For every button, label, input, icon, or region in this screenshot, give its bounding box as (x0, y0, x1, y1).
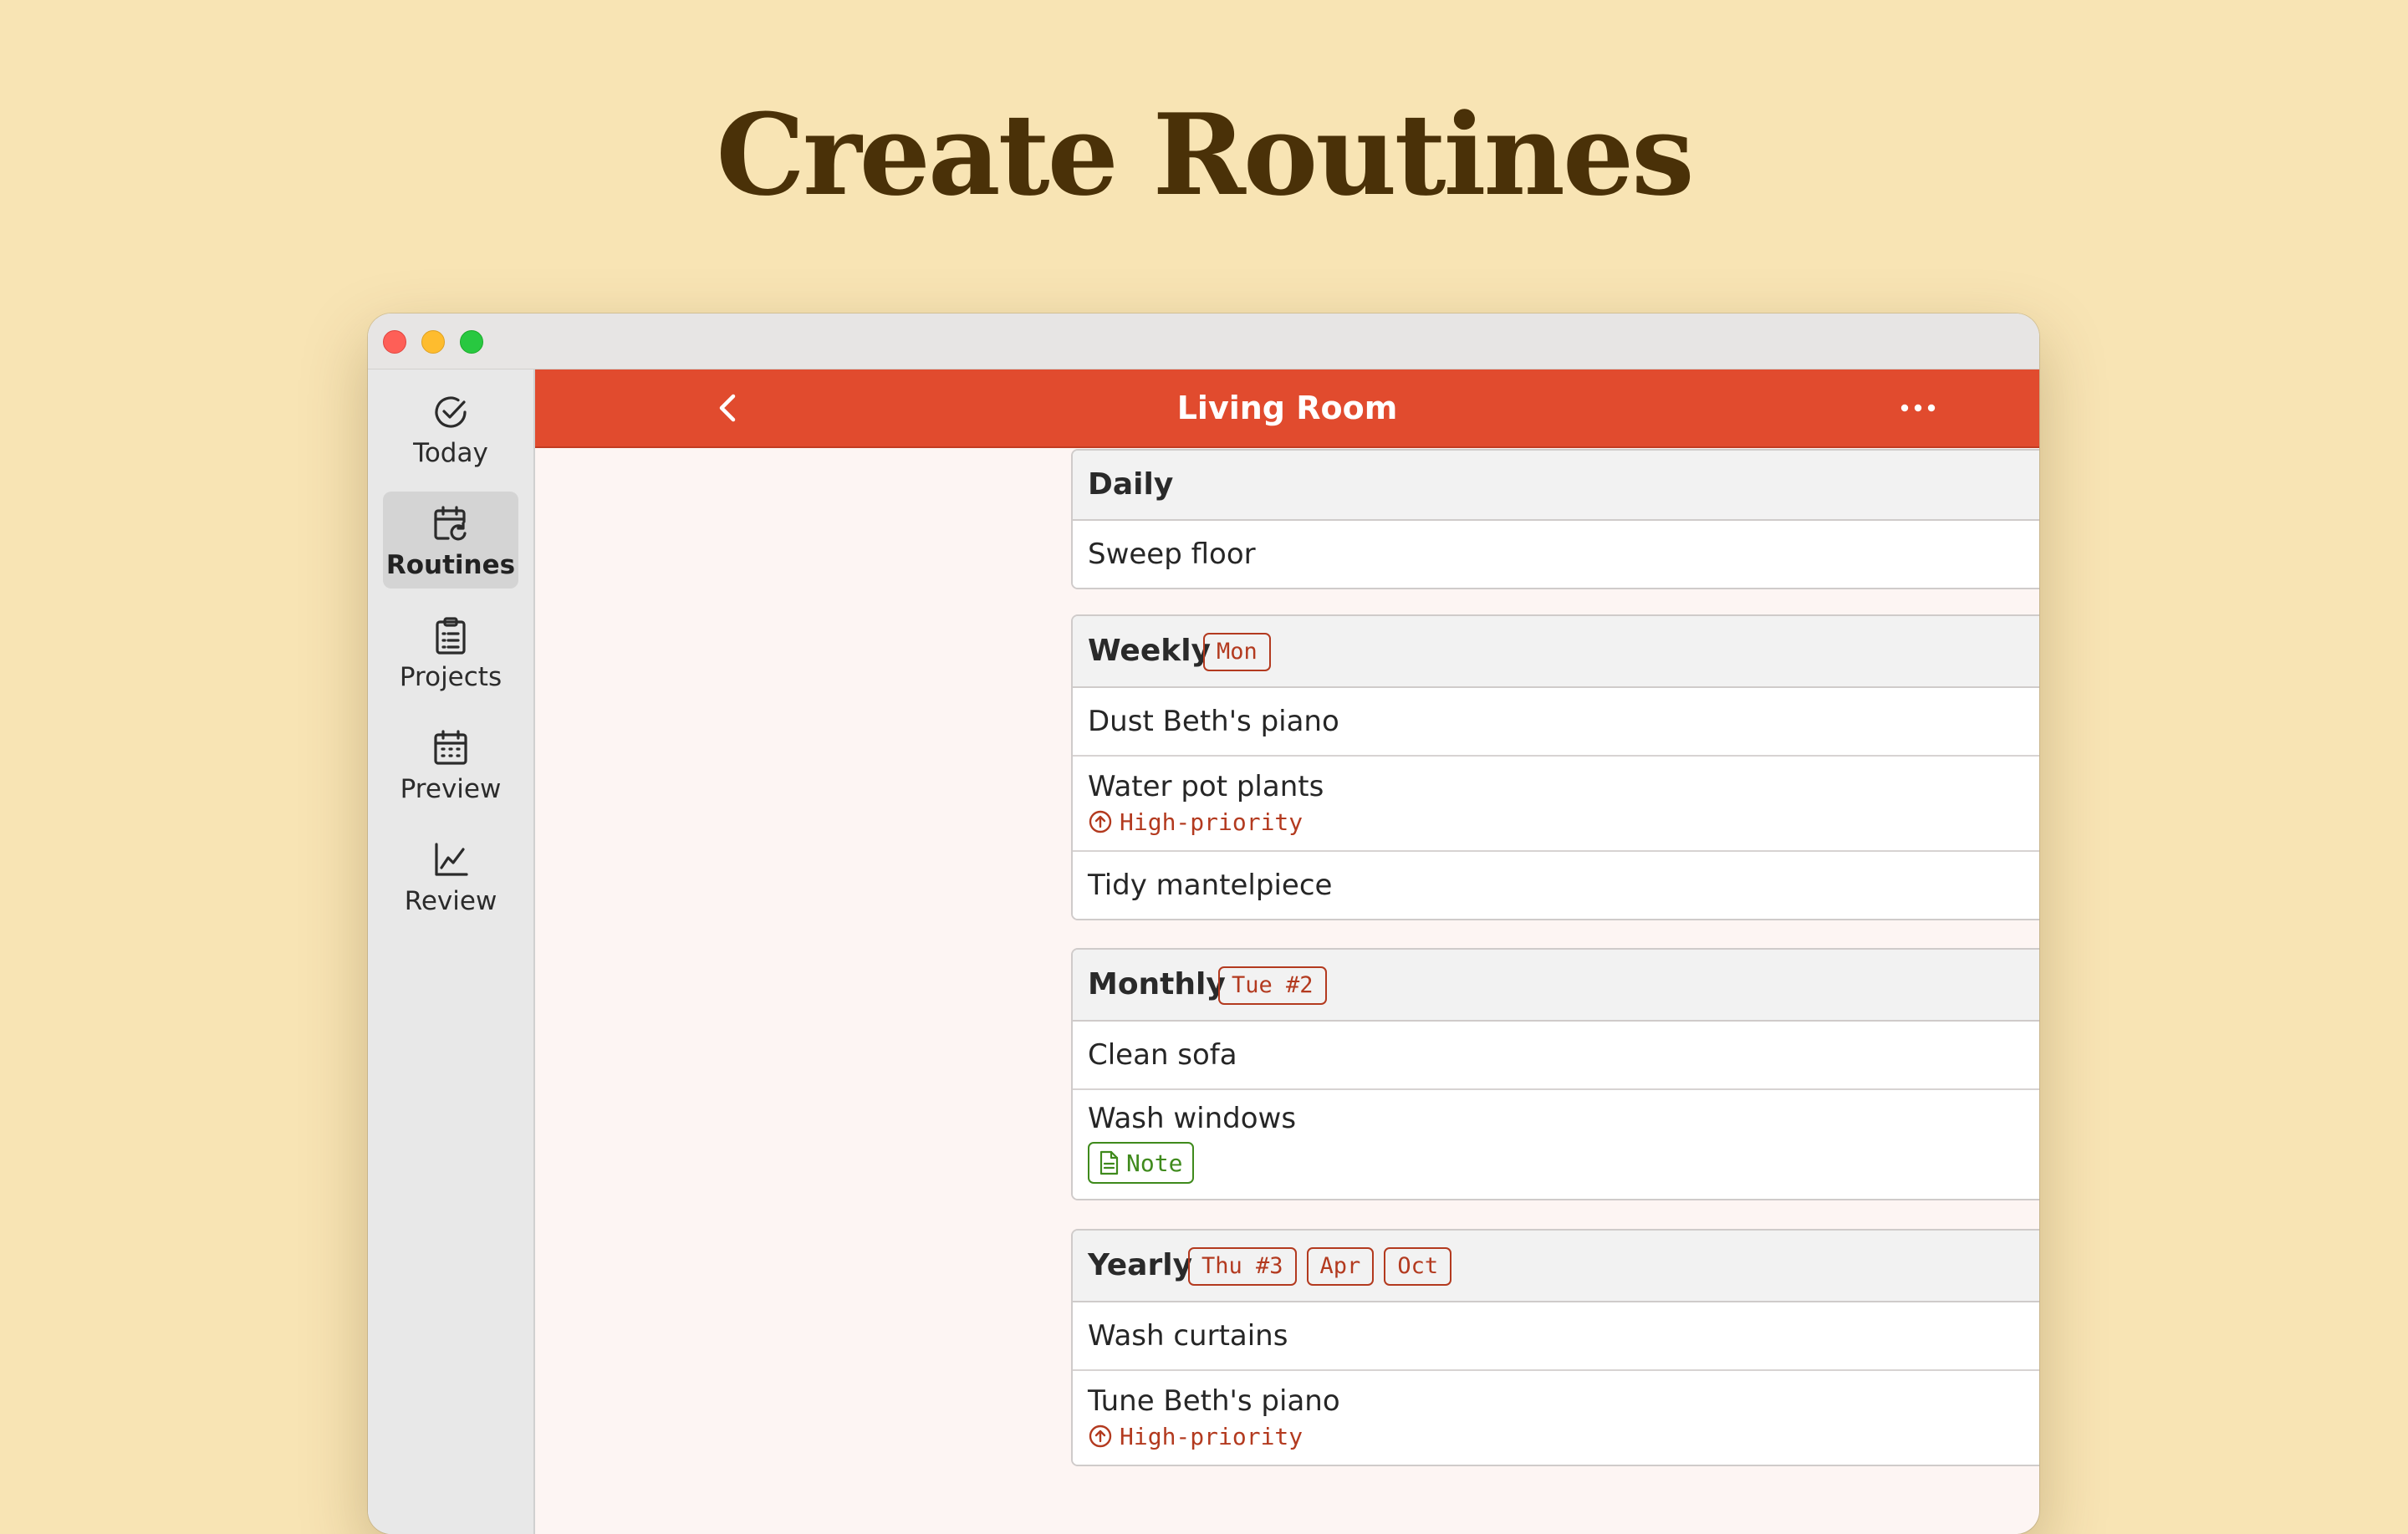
sidebar-item-projects[interactable]: Projects (383, 604, 518, 701)
schedule-tags: Tue #2 (1218, 966, 1327, 1005)
group-title: Monthly (1088, 967, 1226, 1001)
close-window-button[interactable] (383, 330, 406, 354)
group-header: Daily (1073, 451, 2039, 521)
schedule-tag: Thu #3 (1188, 1247, 1297, 1286)
routine-group-daily: Daily Sweep floor (1071, 449, 2039, 589)
group-title: Weekly (1088, 634, 1212, 668)
routine-group-monthly: Monthly Tue #2 Clean sofa Wash windows N… (1071, 948, 2039, 1200)
sidebar-item-label: Routines (385, 550, 516, 580)
schedule-tags: Mon (1203, 633, 1271, 671)
sidebar-item-label: Projects (399, 662, 503, 692)
schedule-tag: Oct (1384, 1247, 1452, 1286)
task-label: Wash curtains (1088, 1319, 1288, 1353)
schedule-tag: Apr (1306, 1247, 1375, 1286)
schedule-tag: Tue #2 (1218, 966, 1327, 1005)
priority-label: High-priority (1120, 1422, 1303, 1450)
clipboard-list-icon (436, 617, 466, 655)
priority-badge: High-priority (1088, 1421, 1303, 1451)
sidebar-item-label: Preview (400, 774, 502, 804)
arrow-up-circle-icon (1089, 1424, 1112, 1448)
page-header: Living Room (535, 369, 2039, 448)
task-row[interactable]: Tidy mantelpiece (1073, 852, 2039, 919)
hero-title: Create Routines (716, 89, 1694, 221)
note-label: Note (1126, 1149, 1183, 1177)
check-circle-icon (435, 396, 467, 428)
sidebar-item-label: Review (404, 886, 497, 916)
ellipsis-icon[interactable] (1889, 388, 1947, 428)
routine-group-weekly: Weekly Mon Dust Beth's piano Water pot p… (1071, 614, 2039, 920)
routine-group-yearly: Yearly Thu #3 Apr Oct Wash curtains Tune… (1071, 1229, 2039, 1466)
window-titlebar (368, 313, 2039, 369)
sidebar-item-today[interactable]: Today (383, 380, 518, 477)
document-icon (1099, 1150, 1119, 1175)
task-row[interactable]: Water pot plants High-priority (1073, 757, 2039, 852)
sidebar-item-preview[interactable]: Preview (383, 716, 518, 813)
task-label: Sweep floor (1088, 538, 1256, 571)
group-title: Yearly (1088, 1248, 1193, 1282)
task-label: Dust Beth's piano (1088, 705, 1339, 738)
sidebar-item-label: Today (413, 438, 488, 468)
task-label: Wash windows (1088, 1102, 1297, 1135)
task-row[interactable]: Wash curtains (1073, 1302, 2039, 1371)
task-row[interactable]: Wash windows Note (1073, 1090, 2039, 1199)
schedule-tags: Thu #3 Apr Oct (1188, 1247, 1452, 1286)
calendar-grid-icon (434, 730, 467, 765)
note-badge[interactable]: Note (1088, 1142, 1195, 1184)
task-label: Clean sofa (1088, 1038, 1237, 1072)
routine-list: Daily Sweep floor Weekly Mon Dust Beth's… (535, 448, 2039, 1534)
task-row[interactable]: Dust Beth's piano (1073, 688, 2039, 757)
task-row[interactable]: Clean sofa (1073, 1022, 2039, 1090)
sidebar: Today Routines Projects Preview Review (368, 369, 535, 1534)
task-label: Tune Beth's piano (1088, 1384, 1340, 1418)
group-header: Weekly Mon (1073, 616, 2039, 688)
group-title: Daily (1088, 467, 1174, 502)
task-label: Water pot plants (1088, 770, 1324, 803)
task-row[interactable]: Tune Beth's piano High-priority (1073, 1371, 2039, 1465)
calendar-repeat-icon (434, 506, 467, 541)
group-header: Yearly Thu #3 Apr Oct (1073, 1231, 2039, 1302)
task-label: Tidy mantelpiece (1088, 869, 1333, 902)
line-chart-icon (435, 843, 468, 876)
page-title: Living Room (1176, 390, 1398, 426)
priority-label: High-priority (1120, 808, 1303, 836)
sidebar-item-review[interactable]: Review (383, 828, 518, 925)
schedule-tag: Mon (1203, 633, 1271, 671)
arrow-up-circle-icon (1089, 810, 1112, 833)
group-header: Monthly Tue #2 (1073, 950, 2039, 1022)
task-row[interactable]: Sweep floor (1073, 521, 2039, 588)
app-window: Today Routines Projects Preview Review L… (368, 313, 2039, 1534)
zoom-window-button[interactable] (460, 330, 483, 354)
sidebar-item-routines[interactable]: Routines (383, 492, 518, 589)
minimize-window-button[interactable] (421, 330, 445, 354)
priority-badge: High-priority (1088, 807, 1303, 837)
